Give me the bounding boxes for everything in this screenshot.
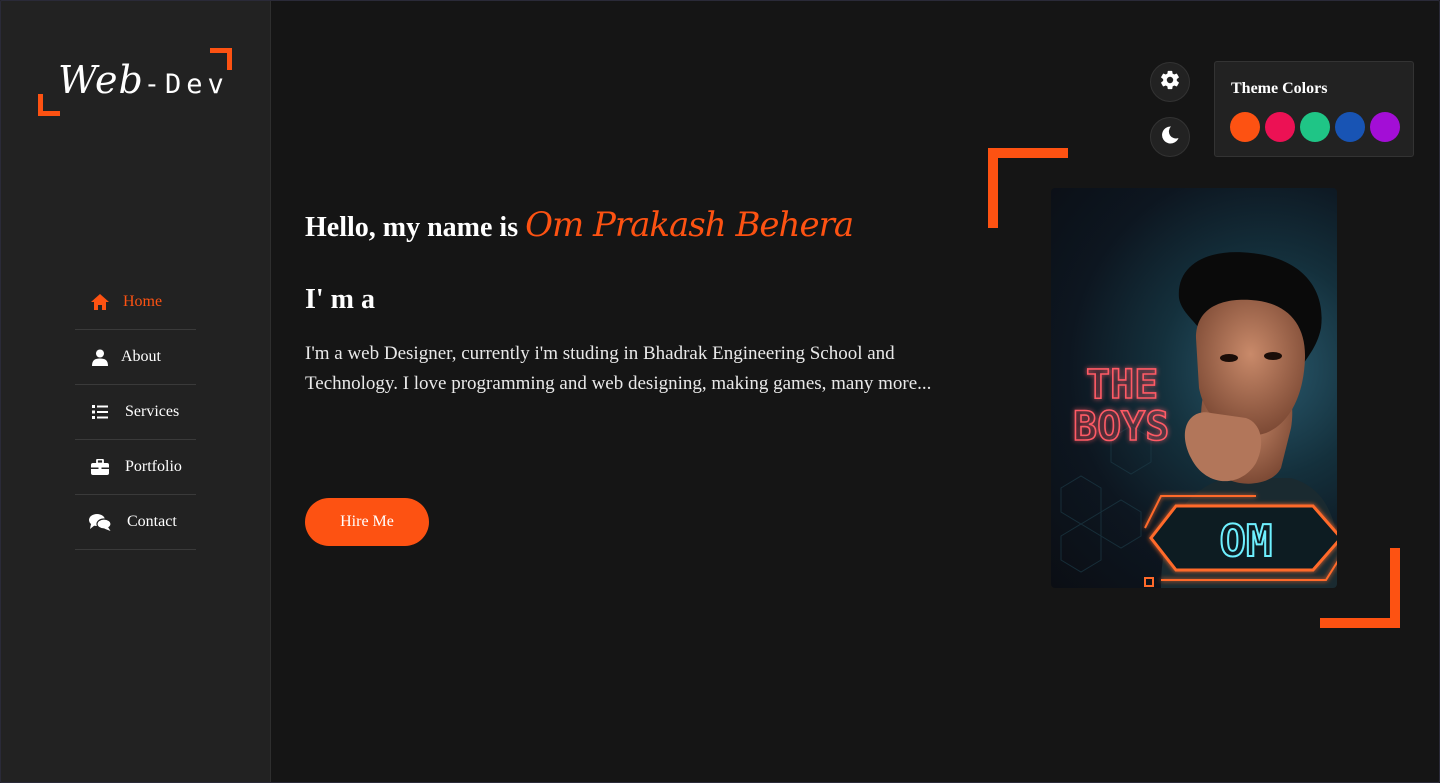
nav-item-contact[interactable]: Contact <box>75 495 196 550</box>
om-badge: OM <box>1144 495 1337 581</box>
theme-colors-title: Theme Colors <box>1231 80 1328 97</box>
sidebar: Web-Dev Home About Services Portfolio Co… <box>0 0 271 783</box>
dark-mode-toggle-button[interactable] <box>1150 117 1190 157</box>
logo-script: Web <box>58 58 144 102</box>
hire-me-button[interactable]: Hire Me <box>305 498 429 546</box>
gear-icon <box>1159 69 1181 96</box>
owner-name: Om Prakash Behera <box>525 205 854 245</box>
role-heading: I' m a <box>305 284 375 315</box>
nav-label-contact: Contact <box>127 513 177 530</box>
swatch-purple[interactable] <box>1370 112 1400 142</box>
logo[interactable]: Web-Dev <box>38 46 234 116</box>
swatch-blue[interactable] <box>1335 112 1365 142</box>
chat-icon <box>85 513 115 531</box>
neon-text-bottom: BOYS <box>1073 404 1169 450</box>
badge-text: OM <box>1220 516 1273 567</box>
nav-label-services: Services <box>125 403 180 420</box>
logo-text: Web-Dev <box>58 58 229 102</box>
briefcase-icon <box>85 459 115 475</box>
hand-shape <box>1184 412 1262 482</box>
logo-separator: - <box>143 69 166 100</box>
neon-sign: THE BOYS <box>1072 361 1170 451</box>
greeting-prefix: Hello, my name is <box>305 212 519 243</box>
settings-toggle-button[interactable] <box>1150 62 1190 102</box>
logo-word: Dev <box>165 69 229 100</box>
swatch-green[interactable] <box>1300 112 1330 142</box>
nav-item-about[interactable]: About <box>75 330 196 385</box>
moon-icon <box>1160 125 1180 150</box>
swatch-pink[interactable] <box>1265 112 1295 142</box>
nav-label-portfolio: Portfolio <box>125 458 182 475</box>
nav-label-about: About <box>121 348 161 365</box>
right-eye <box>1264 352 1282 360</box>
nav-item-services[interactable]: Services <box>75 385 196 440</box>
home-icon <box>85 293 115 311</box>
swatch-orange[interactable] <box>1230 112 1260 142</box>
badge-square <box>1144 577 1154 587</box>
intro-paragraph: I'm a web Designer, currently i'm studin… <box>305 343 932 394</box>
neon-text-top: THE <box>1086 362 1158 408</box>
nav-item-portfolio[interactable]: Portfolio <box>75 440 196 495</box>
greeting-heading: Hello, my name is Om Prakash Behera <box>305 205 854 245</box>
nav-menu: Home About Services Portfolio Contact <box>75 275 196 550</box>
nav-label-home: Home <box>123 293 163 310</box>
nav-item-home[interactable]: Home <box>75 275 196 330</box>
user-icon <box>85 349 115 366</box>
list-icon <box>85 405 115 419</box>
theme-colors-panel: Theme Colors <box>1214 61 1414 157</box>
color-swatches <box>1230 112 1400 142</box>
profile-photo: THE BOYS OM <box>1051 188 1337 588</box>
logo-corner-bottom-left <box>38 94 60 116</box>
left-eye <box>1220 354 1238 362</box>
